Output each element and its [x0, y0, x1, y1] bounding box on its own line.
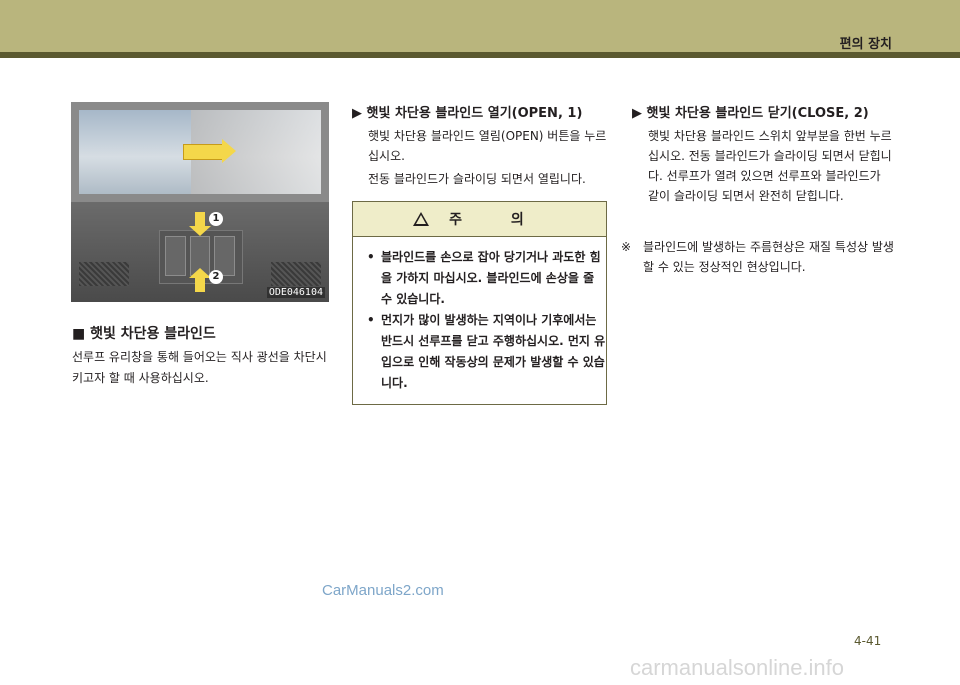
close-section-title: ▶ 햇빛 차단용 블라인드 닫기(CLOSE, 2)	[632, 106, 869, 121]
header-band	[0, 0, 960, 52]
left-grille	[79, 262, 129, 286]
open-step-1: 햇빛 차단용 블라인드 열림(OPEN) 버튼을 누르십시오.	[368, 129, 607, 163]
caution-list: 블라인드를 손으로 잡아 당기거나 과도한 힘을 가하지 마십시오. 블라인드에…	[353, 237, 606, 394]
caution-item: 먼지가 많이 발생하는 지역이나 기후에서는 반드시 선루프를 닫고 주행하십시…	[367, 310, 606, 394]
caution-title: 주 의	[449, 212, 546, 228]
figure-code: ODE046104	[266, 287, 325, 298]
callout-2: 2	[209, 270, 223, 284]
watermark-link[interactable]: CarManuals2.com	[322, 582, 444, 599]
caution-item: 블라인드를 손으로 잡아 당기거나 과도한 힘을 가하지 마십시오. 블라인드에…	[367, 247, 606, 310]
page-number: 4-41	[854, 634, 882, 648]
caution-header: 주 의	[353, 202, 606, 237]
press-down-arrow-icon	[189, 212, 211, 236]
open-section-title: ▶ 햇빛 차단용 블라인드 열기(OPEN, 1)	[352, 106, 583, 121]
open-step-2: 전동 블라인드가 슬라이딩 되면서 열립니다.	[368, 172, 586, 186]
press-up-arrow-icon	[189, 268, 211, 292]
header-rule	[0, 52, 960, 58]
warning-triangle-icon	[413, 212, 430, 226]
footer-site-watermark: carmanualsonline.info	[630, 655, 845, 680]
sunshade-section-body: 선루프 유리창을 통해 들어오는 직사 광선을 차단시키고자 할 때 사용하십시…	[72, 350, 327, 385]
sunroof-blind-figure: 1 2 ODE046104	[71, 102, 329, 302]
caution-box: 주 의 블라인드를 손으로 잡아 당기거나 과도한 힘을 가하지 마십시오. 블…	[352, 201, 607, 405]
note-text: 블라인드에 발생하는 주름현상은 재질 특성상 발생할 수 있는 정상적인 현상…	[643, 240, 894, 274]
close-section-body: 햇빛 차단용 블라인드 스위치 앞부분을 한번 누르십시오. 전동 블라인드가 …	[648, 129, 892, 203]
room-lamp-button	[165, 236, 186, 276]
right-grille	[271, 262, 321, 286]
note-mark: ※	[621, 240, 632, 254]
slide-arrow-icon	[183, 139, 236, 163]
chapter-title: 편의 장치	[839, 37, 892, 52]
sunshade-section-title: ■ 햇빛 차단용 블라인드	[72, 326, 216, 342]
callout-1: 1	[209, 212, 223, 226]
